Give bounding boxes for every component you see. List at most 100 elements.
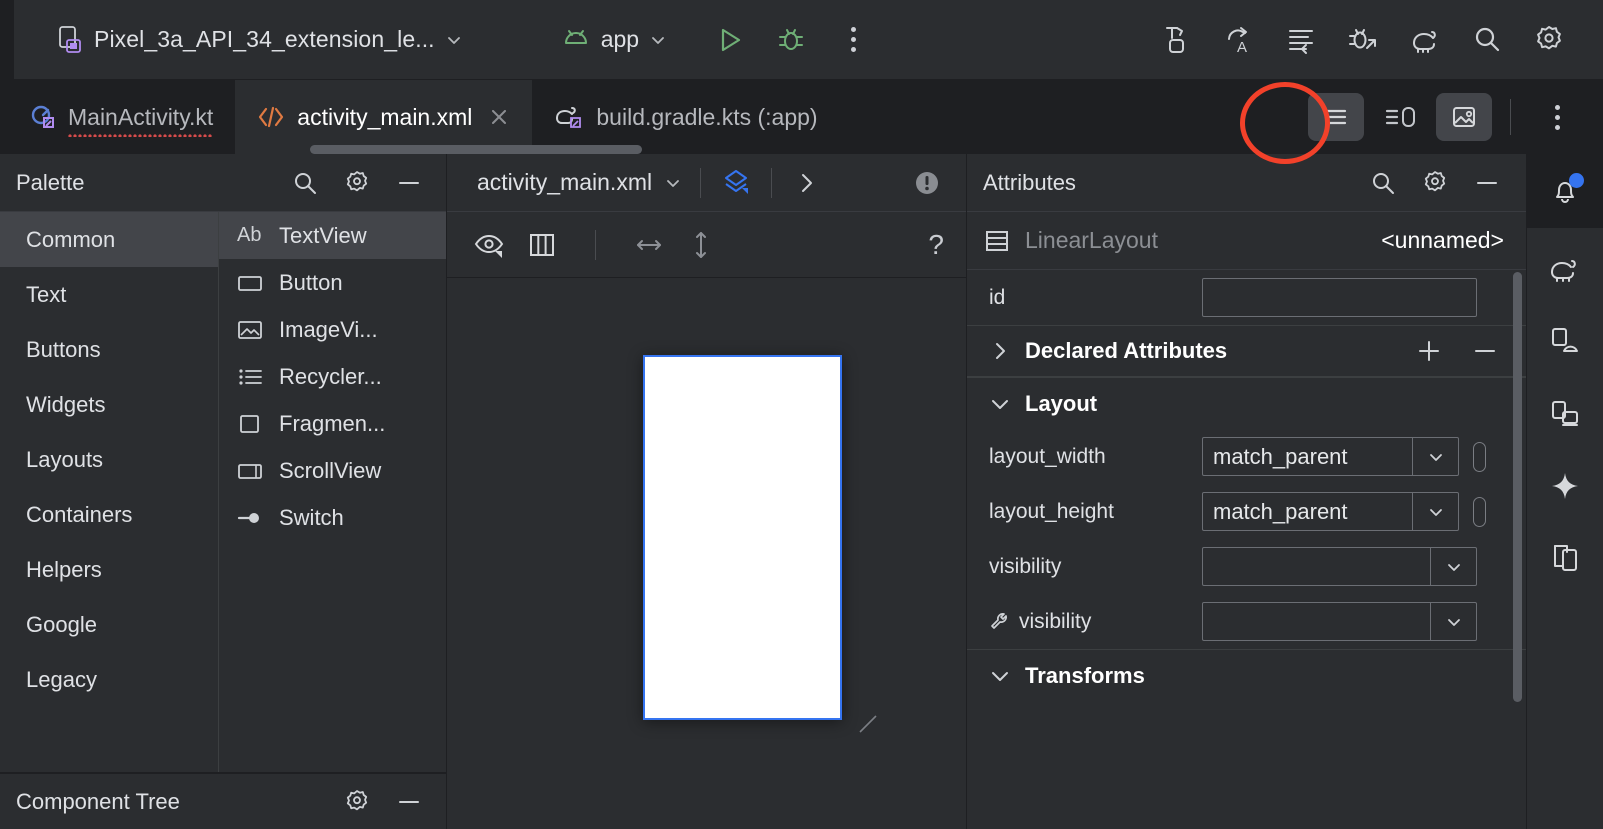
code-view-button[interactable]	[1308, 93, 1364, 141]
palette-item-fragment[interactable]: Fragmen...	[219, 400, 446, 447]
divider	[1510, 99, 1511, 135]
run-configuration-selector[interactable]: app	[551, 20, 677, 59]
close-icon[interactable]	[488, 106, 510, 128]
layout-height-toggle[interactable]	[1473, 497, 1486, 527]
editor-view-mode-group	[1308, 93, 1603, 141]
palette-item-textview[interactable]: Ab TextView	[219, 212, 446, 259]
more-vertical-icon[interactable]	[827, 14, 879, 66]
split-view-button[interactable]	[1372, 93, 1428, 141]
palette-item-imageview[interactable]: ImageVi...	[219, 306, 446, 353]
tab-build-gradle-kts[interactable]: build.gradle.kts (:app)	[532, 80, 839, 154]
sync-project-gradle-icon[interactable]: A	[1213, 14, 1265, 66]
device-manager-icon[interactable]	[1535, 384, 1595, 444]
tab-scrollbar[interactable]	[310, 145, 642, 154]
horizontal-resize-icon[interactable]	[632, 228, 666, 262]
palette-item-label: TextView	[279, 223, 367, 249]
section-layout[interactable]: Layout	[967, 377, 1526, 429]
minimize-icon[interactable]	[392, 166, 426, 200]
issue-warning-icon[interactable]	[910, 166, 944, 200]
chevron-down-icon	[989, 393, 1011, 415]
chevron-down-icon[interactable]	[1430, 548, 1476, 585]
palette-category-buttons[interactable]: Buttons	[0, 322, 218, 377]
attributes-scrollbar[interactable]	[1513, 272, 1522, 702]
tab-main-activity-kt[interactable]: MainActivity.kt	[0, 80, 235, 154]
palette-category-legacy[interactable]: Legacy	[0, 652, 218, 707]
chevron-down-icon	[664, 174, 682, 192]
device-preview[interactable]	[643, 355, 842, 720]
palette-panel: Palette Common Text But	[0, 154, 447, 829]
canvas-resize-handle[interactable]	[857, 713, 879, 735]
gear-icon[interactable]	[340, 785, 374, 819]
attribute-label: layout_width	[989, 445, 1202, 469]
device-selector[interactable]: Pixel_3a_API_34_extension_le...	[48, 19, 473, 61]
layout-width-combobox[interactable]: match_parent	[1202, 437, 1459, 476]
id-input[interactable]	[1202, 278, 1477, 317]
palette-category-common[interactable]: Common	[0, 212, 218, 267]
visibility-combobox[interactable]	[1202, 547, 1477, 586]
design-file-selector[interactable]: activity_main.xml	[477, 169, 682, 196]
add-attribute-button[interactable]	[1412, 334, 1446, 368]
gemini-sparkle-icon[interactable]	[1535, 456, 1595, 516]
settings-gear-icon[interactable]	[1523, 14, 1575, 66]
scrollview-icon	[237, 461, 267, 481]
tools-visibility-combobox[interactable]	[1202, 602, 1477, 641]
running-devices-icon[interactable]	[1535, 528, 1595, 588]
attach-debugger-icon[interactable]	[1337, 14, 1389, 66]
layout-height-combobox[interactable]: match_parent	[1202, 492, 1459, 531]
chevron-down-icon[interactable]	[1412, 493, 1458, 530]
gradle-elephant-icon[interactable]	[1399, 14, 1451, 66]
app-inspection-icon[interactable]	[1535, 312, 1595, 372]
chevron-down-icon[interactable]	[1412, 438, 1458, 475]
gear-icon[interactable]	[1418, 166, 1452, 200]
attribute-row-visibility: visibility	[967, 539, 1526, 594]
minimize-icon[interactable]	[392, 785, 426, 819]
search-icon[interactable]	[1366, 166, 1400, 200]
search-icon[interactable]	[288, 166, 322, 200]
search-everywhere-icon[interactable]	[1461, 14, 1513, 66]
debug-button[interactable]	[765, 14, 817, 66]
design-view-button[interactable]	[1436, 93, 1492, 141]
device-icon	[58, 25, 84, 55]
palette-category-containers[interactable]: Containers	[0, 487, 218, 542]
selected-component-row: LinearLayout <unnamed>	[967, 212, 1526, 270]
run-configuration-label: app	[601, 26, 639, 53]
layout-width-toggle[interactable]	[1473, 442, 1486, 472]
palette-category-helpers[interactable]: Helpers	[0, 542, 218, 597]
gear-icon[interactable]	[340, 166, 374, 200]
palette-item-scrollview[interactable]: ScrollView	[219, 447, 446, 494]
android-icon	[561, 29, 591, 51]
category-label: Text	[26, 282, 66, 308]
section-transforms[interactable]: Transforms	[967, 649, 1526, 701]
palette-item-button[interactable]: Button	[219, 259, 446, 306]
code-with-me-icon[interactable]	[1275, 14, 1327, 66]
palette-header: Palette	[0, 154, 446, 212]
design-help-button[interactable]: ?	[928, 229, 944, 261]
attributes-header: Attributes	[967, 154, 1526, 212]
section-declared-attributes[interactable]: Declared Attributes	[967, 325, 1526, 377]
run-button[interactable]	[703, 14, 755, 66]
design-canvas[interactable]	[447, 278, 966, 829]
editor-options-icon[interactable]	[1529, 93, 1585, 141]
vertical-resize-icon[interactable]	[684, 228, 718, 262]
attribute-row-tools-visibility: visibility	[967, 594, 1526, 649]
minimize-icon[interactable]	[1470, 166, 1504, 200]
eye-view-options-icon[interactable]	[473, 228, 507, 262]
palette-category-text[interactable]: Text	[0, 267, 218, 322]
gradle-tool-icon[interactable]	[1535, 240, 1595, 300]
palette-item-recyclerview[interactable]: Recycler...	[219, 353, 446, 400]
build-hammer-icon[interactable]	[1151, 14, 1203, 66]
notifications-button[interactable]	[1527, 154, 1603, 228]
attribute-label: visibility	[989, 555, 1202, 579]
palette-category-widgets[interactable]: Widgets	[0, 377, 218, 432]
chevron-right-icon[interactable]	[790, 166, 824, 200]
columns-layout-icon[interactable]	[525, 228, 559, 262]
tab-activity-main-xml[interactable]: activity_main.xml	[235, 80, 532, 154]
layers-icon[interactable]	[719, 166, 753, 200]
palette-category-google[interactable]: Google	[0, 597, 218, 652]
xml-file-icon	[257, 104, 285, 130]
palette-category-layouts[interactable]: Layouts	[0, 432, 218, 487]
remove-attribute-button[interactable]	[1468, 334, 1502, 368]
chevron-down-icon[interactable]	[1430, 603, 1476, 640]
attribute-label: layout_height	[989, 500, 1202, 524]
palette-item-switch[interactable]: Switch	[219, 494, 446, 541]
